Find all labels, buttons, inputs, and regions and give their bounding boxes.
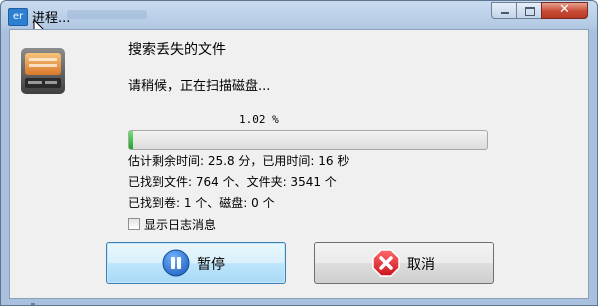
- resize-grip[interactable]: [31, 303, 35, 305]
- show-log-checkbox[interactable]: [128, 218, 140, 230]
- cancel-button[interactable]: 取消: [314, 242, 494, 284]
- maximize-icon: [525, 7, 535, 16]
- progress-dialog-window: er 进程... ✕ 搜索丢失的文件 请稍候，正在扫描磁盘... 1.02 % …: [0, 0, 598, 306]
- cancel-button-label: 取消: [407, 257, 435, 273]
- dialog-heading: 搜索丢失的文件: [128, 42, 226, 58]
- status-message: 请稍候，正在扫描磁盘...: [128, 79, 271, 94]
- pause-button-label: 暂停: [197, 257, 225, 273]
- progress-bar-fill: [129, 131, 133, 149]
- found-volumes-count: 已找到卷: 1 个、磁盘: 0 个: [128, 196, 275, 210]
- close-button[interactable]: ✕: [541, 2, 588, 19]
- close-icon: ✕: [559, 2, 570, 17]
- hard-disk-icon: [21, 48, 65, 94]
- minimize-button[interactable]: [491, 2, 517, 19]
- time-estimate: 估计剩余时间: 25.8 分，已用时间: 16 秒: [128, 154, 350, 168]
- show-log-label[interactable]: 显示日志消息: [144, 216, 216, 233]
- maximize-button[interactable]: [516, 2, 542, 19]
- progress-bar: [128, 130, 488, 150]
- pause-button[interactable]: 暂停: [106, 242, 286, 284]
- progress-percent: 1.02 %: [239, 113, 279, 126]
- found-files-count: 已找到文件: 764 个、文件夹: 3541 个: [128, 175, 337, 189]
- title-bar[interactable]: er 进程... ✕: [1, 1, 597, 41]
- cancel-x-icon: [372, 249, 400, 277]
- pause-icon: [162, 249, 190, 277]
- minimize-icon: [501, 12, 509, 14]
- title-ghost-text: [67, 10, 147, 19]
- app-icon[interactable]: er: [8, 8, 28, 26]
- dialog-content: 搜索丢失的文件 请稍候，正在扫描磁盘... 1.02 % 估计剩余时间: 25.…: [9, 29, 589, 299]
